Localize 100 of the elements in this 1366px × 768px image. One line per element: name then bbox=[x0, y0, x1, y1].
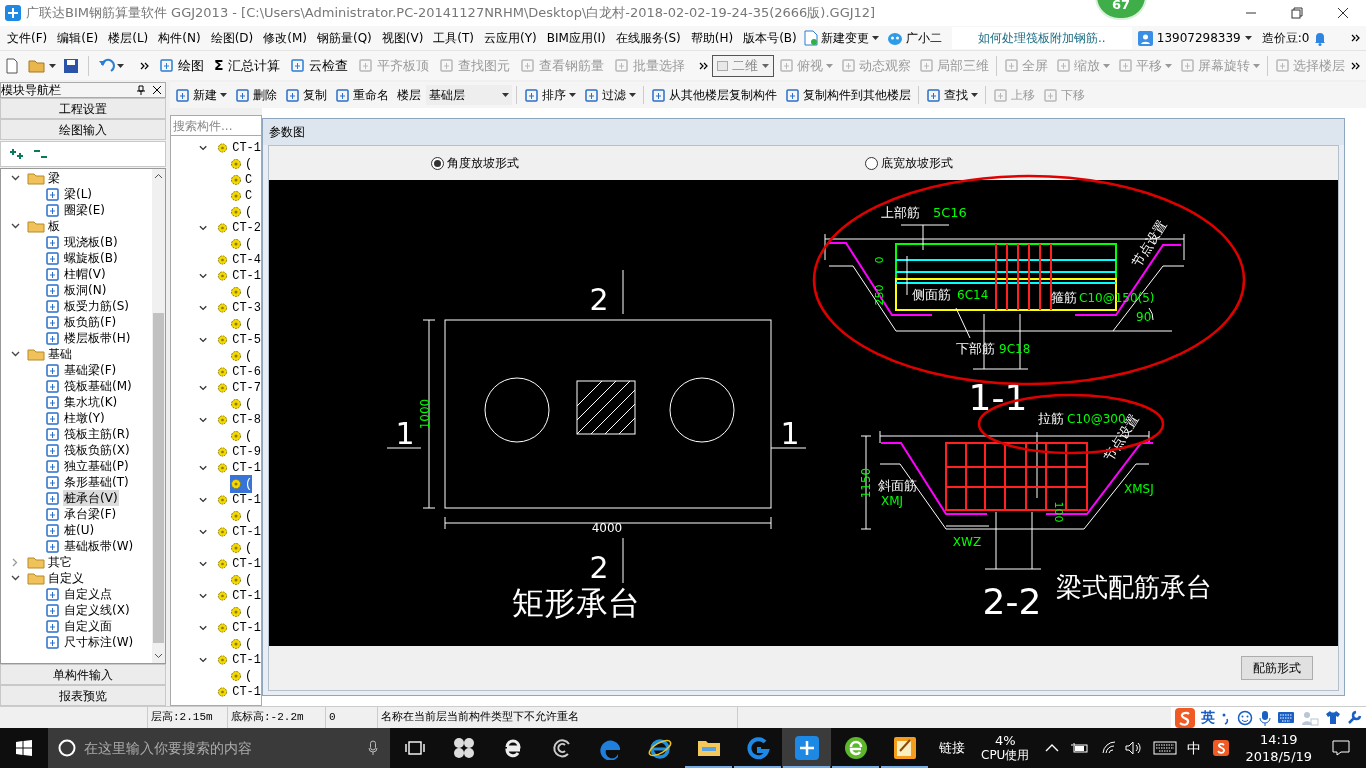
list-item[interactable]: ( bbox=[245, 155, 253, 173]
menu-item[interactable]: 广小二 bbox=[905, 29, 942, 47]
menu-item[interactable]: 在线服务(S) bbox=[610, 29, 686, 47]
toolbar-button[interactable]: 云检查 bbox=[285, 53, 352, 78]
caret-icon[interactable] bbox=[871, 36, 879, 40]
keyboard-icon[interactable] bbox=[1277, 711, 1295, 724]
list-item[interactable]: ( bbox=[245, 667, 253, 685]
pinwheel-icon[interactable] bbox=[451, 736, 476, 760]
tree-item[interactable]: 自定义面 bbox=[63, 618, 113, 634]
bell-icon[interactable] bbox=[1313, 30, 1328, 46]
tree-group[interactable]: 其它 bbox=[48, 553, 72, 571]
shirt-icon[interactable] bbox=[1325, 710, 1341, 725]
menu-item[interactable]: 修改(M) bbox=[258, 29, 312, 47]
chevron-up-icon[interactable] bbox=[1045, 743, 1060, 753]
list-item[interactable]: CT-1 bbox=[232, 491, 261, 509]
radio-label[interactable]: 角度放坡形式 bbox=[447, 154, 519, 172]
list-item[interactable]: ( bbox=[245, 203, 253, 221]
taskbar-search-box[interactable]: 在这里输入你要搜索的内容 bbox=[48, 728, 390, 768]
menu-item[interactable]: 钢筋量(Q) bbox=[311, 29, 377, 47]
tree-item[interactable]: 筏板主筋(R) bbox=[63, 426, 131, 442]
tree-group[interactable]: 自定义 bbox=[48, 569, 84, 587]
radio-button[interactable] bbox=[865, 156, 878, 170]
list-item[interactable]: CT-7 bbox=[232, 379, 261, 397]
tree-item[interactable]: 集水坑(K) bbox=[63, 394, 119, 410]
tree-item[interactable]: 承台梁(F) bbox=[63, 506, 118, 522]
list-item[interactable]: ( bbox=[245, 427, 253, 445]
list-item[interactable]: CT-5 bbox=[232, 331, 261, 349]
chevron-icon[interactable] bbox=[1351, 34, 1360, 42]
toolbar-button[interactable]: 重命名 bbox=[332, 84, 392, 106]
taskbar-button[interactable] bbox=[782, 728, 831, 768]
menu-item[interactable]: 工具(T) bbox=[428, 29, 480, 47]
help-link[interactable]: 如何处理筏板附加钢筋.. bbox=[951, 27, 1132, 49]
windows-logo-icon[interactable] bbox=[16, 740, 32, 756]
tree-item[interactable]: 条形基础(T) bbox=[63, 474, 130, 490]
section-button[interactable]: 工程设置 bbox=[0, 98, 166, 119]
swirl-icon[interactable] bbox=[550, 737, 573, 759]
tree-item[interactable]: 楼层板带(H) bbox=[63, 330, 132, 346]
menu-item[interactable]: 构件(N) bbox=[153, 29, 206, 47]
microphone-icon[interactable] bbox=[368, 740, 378, 756]
scrollbar[interactable] bbox=[152, 169, 165, 663]
tree-item[interactable]: 梁(L) bbox=[63, 186, 94, 202]
menu-item[interactable]: 楼层(L) bbox=[103, 29, 154, 47]
list-item[interactable]: ( bbox=[245, 235, 253, 253]
tree-group[interactable]: 基础 bbox=[48, 345, 72, 363]
toolbar-button[interactable]: 从其他楼层复制构件 bbox=[648, 84, 780, 106]
plus-app-icon[interactable] bbox=[794, 736, 819, 760]
toolbar-button[interactable]: 绘图 bbox=[155, 53, 208, 78]
wifi-icon[interactable] bbox=[1101, 741, 1118, 755]
list-item[interactable]: CT-1 bbox=[232, 267, 261, 285]
wrench-icon[interactable] bbox=[1347, 710, 1362, 725]
tree-item[interactable]: 桩承台(V) bbox=[63, 490, 119, 506]
close-icon[interactable] bbox=[152, 85, 162, 95]
toolbar-button[interactable]: 复制构件到其他楼层 bbox=[782, 84, 914, 106]
list-item[interactable]: ( bbox=[245, 571, 253, 589]
list-item[interactable]: ( bbox=[245, 283, 253, 301]
sogou-logo-icon[interactable] bbox=[1213, 740, 1230, 756]
list-item[interactable]: CT-4 bbox=[232, 251, 261, 269]
list-item[interactable]: CT-3 bbox=[232, 299, 261, 317]
search-field[interactable]: 搜索构件... bbox=[171, 116, 261, 136]
toolbar-button[interactable]: 新建 bbox=[172, 84, 230, 106]
caret-icon[interactable] bbox=[502, 93, 509, 97]
chevron-icon[interactable] bbox=[698, 61, 708, 70]
list-item[interactable]: CT-1 bbox=[232, 523, 261, 541]
radio-label[interactable]: 底宽放坡形式 bbox=[881, 154, 953, 172]
tree-item[interactable]: 板负筋(F) bbox=[63, 314, 118, 330]
notification-icon[interactable] bbox=[1332, 740, 1351, 756]
tree-item[interactable]: 基础梁(F) bbox=[63, 362, 118, 378]
menu-item[interactable]: 文件(F) bbox=[2, 29, 53, 47]
floor-dropdown[interactable]: 基础层 bbox=[426, 85, 512, 105]
list-item[interactable]: C bbox=[245, 171, 253, 189]
smiley-icon[interactable] bbox=[1237, 709, 1253, 726]
section-button[interactable]: 单构件输入 bbox=[0, 664, 166, 685]
g-app-icon[interactable] bbox=[745, 736, 770, 760]
tree-group[interactable]: 板 bbox=[48, 217, 60, 235]
menu-item[interactable]: 绘图(D) bbox=[205, 29, 259, 47]
list-item[interactable]: CT-2 bbox=[232, 219, 261, 237]
undo-icon[interactable] bbox=[97, 56, 115, 75]
caret-icon[interactable] bbox=[117, 63, 124, 68]
scroll-up-icon[interactable] bbox=[154, 173, 163, 179]
tree-item[interactable]: 板受力筋(S) bbox=[63, 298, 130, 314]
microphone-icon[interactable] bbox=[1259, 709, 1271, 726]
tree-item[interactable]: 自定义点 bbox=[63, 586, 113, 602]
caret-icon[interactable] bbox=[220, 93, 227, 97]
circle-e-icon[interactable] bbox=[843, 736, 868, 760]
save-icon[interactable] bbox=[62, 56, 80, 75]
tree-item[interactable]: 筏板负筋(X) bbox=[63, 442, 131, 458]
tree-item[interactable]: 筏板基础(M) bbox=[63, 378, 133, 394]
list-item[interactable]: CT-1 bbox=[232, 587, 261, 605]
section-button[interactable]: 绘图输入 bbox=[0, 119, 166, 140]
toolbar-button[interactable]: 复制 bbox=[282, 84, 330, 106]
toolbar-button[interactable]: 查找 bbox=[923, 84, 981, 106]
menu-item[interactable]: 新建变更 bbox=[820, 29, 869, 47]
tree-item[interactable]: 柱墩(Y) bbox=[63, 410, 106, 426]
caret-icon[interactable] bbox=[761, 63, 769, 68]
clock-date[interactable]: 2018/5/19 bbox=[1245, 748, 1313, 765]
tree-item[interactable]: 板洞(N) bbox=[63, 282, 108, 298]
folder-icon[interactable] bbox=[696, 738, 721, 758]
input-mode[interactable]: 中 bbox=[1187, 737, 1202, 759]
volume-icon[interactable] bbox=[1125, 741, 1144, 755]
list-item[interactable]: ( bbox=[245, 315, 253, 333]
